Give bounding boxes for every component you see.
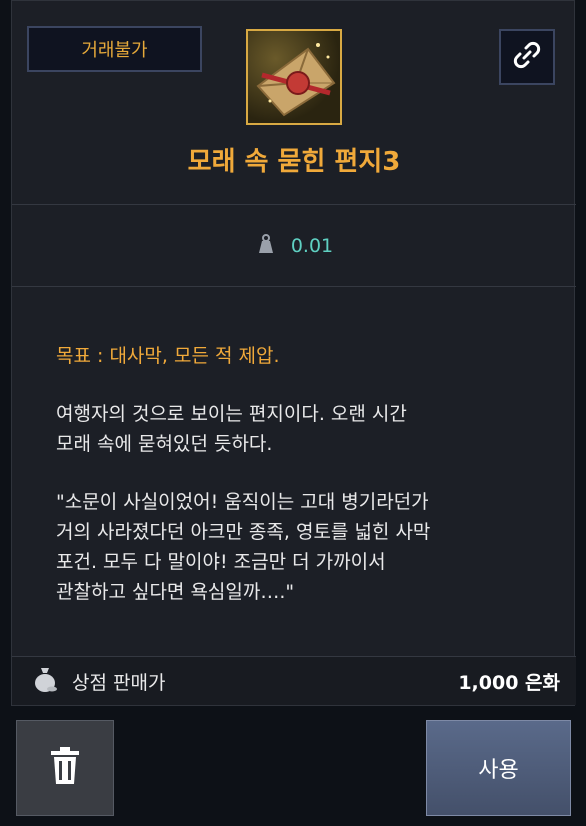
- sealed-letter-icon: [246, 29, 342, 125]
- trade-restriction-badge: 거래불가: [27, 26, 202, 72]
- use-button-label: 사용: [478, 758, 519, 783]
- description-paragraph: 여행자의 것으로 보이는 편지이다. 오랜 시간 모래 속에 묻혀있던 듯하다.: [56, 399, 536, 459]
- description-line: 여행자의 것으로 보이는 편지이다. 오랜 시간: [56, 403, 407, 425]
- quote-line: 포건. 모두 다 말이야! 조금만 더 가까이서: [56, 551, 386, 573]
- discard-button[interactable]: [16, 720, 114, 816]
- shop-sell-price: 1,000 은화: [458, 671, 560, 694]
- quote-paragraph: "소문이 사실이었어! 움직이는 고대 병기라던가 거의 사라졌다던 아크만 종…: [56, 487, 536, 607]
- link-icon: [512, 40, 542, 74]
- weight-row: 0.01: [12, 229, 576, 263]
- item-tooltip-panel: 거래불가 모래 속 묻힌 편지3 0.01 목표: 대사막, 모든 적 제압.…: [11, 0, 576, 706]
- item-name: 모래 속 묻힌 편지3: [187, 147, 401, 177]
- use-button[interactable]: 사용: [426, 720, 571, 816]
- quote-line: 거의 사라졌다던 아크만 종족, 영토를 넓힌 사막: [56, 521, 431, 543]
- shop-sell-label: 상점 판매가: [72, 671, 166, 694]
- goal-text: 목표 : 대사막, 모든 적 제압.: [56, 345, 280, 367]
- money-bag-icon: [32, 665, 58, 697]
- weight-value: 0.01: [290, 235, 334, 257]
- item-description: 목표 : 대사막, 모든 적 제압. 여행자의 것으로 보이는 편지이다. 오랜…: [56, 341, 536, 635]
- link-button[interactable]: [499, 29, 555, 85]
- weight-icon: [255, 233, 277, 259]
- divider: [12, 286, 576, 287]
- description-line: 모래 속에 묻혀있던 듯하다.: [56, 433, 273, 455]
- trash-icon: [48, 746, 82, 790]
- quote-line: 관찰하고 싶다면 욕심일까….": [56, 581, 295, 603]
- divider: [12, 204, 576, 205]
- shop-sell-price-row: 상점 판매가 1,000 은화: [12, 657, 576, 705]
- quote-line: "소문이 사실이었어! 움직이는 고대 병기라던가: [56, 491, 429, 513]
- trade-restriction-label: 거래불가: [81, 40, 148, 61]
